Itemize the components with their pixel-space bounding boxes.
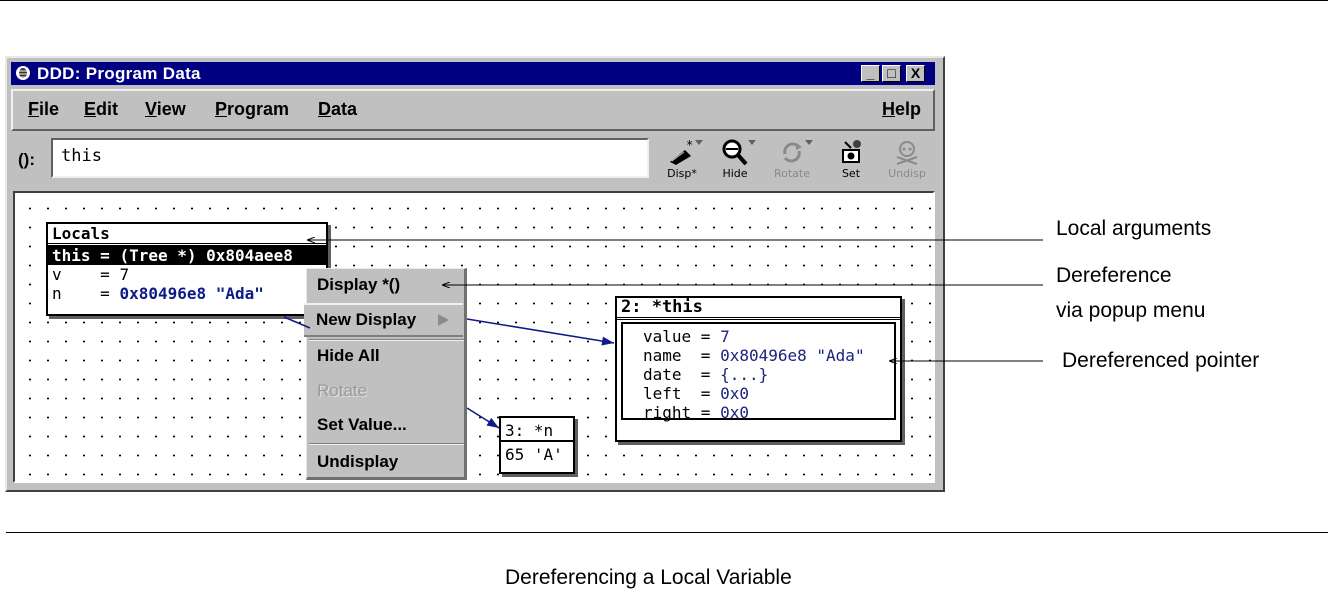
n-display-value: 65 'A' [505,445,563,464]
title-bar[interactable]: DDD: Program Data _ □ X [11,62,935,85]
display-icon: * [670,138,693,165]
menu-bar: File Edit View Program Data Help [11,89,935,131]
argument-label: (): [18,150,35,169]
menu-file[interactable]: File [28,99,59,120]
this-display-title: 2: *this [617,298,900,320]
magnifier-icon [722,139,748,166]
submenu-arrow-icon [438,314,449,326]
undisp-label: Undisp [888,167,926,180]
annotation-dereference: Dereference [1056,264,1172,287]
annotation-dereferenced-pointer: Dereferenced pointer [1062,349,1260,372]
popup-item-new-display-label: New Display [316,310,417,329]
struct-member-value[interactable]: value = 7 [643,327,894,346]
hide-label: Hide [722,167,748,180]
struct-member-right[interactable]: right = 0x0 [643,403,894,422]
rotate-icon [783,142,802,163]
hide-button[interactable]: Hide [710,138,760,184]
ddd-logo-icon [16,66,30,80]
struct-member-date[interactable]: date = {...} [643,365,894,384]
popup-item-new-display[interactable]: New Display [304,303,463,337]
struct-member-left[interactable]: left = 0x0 [643,384,894,403]
struct-member-name[interactable]: name = 0x80496e8 "Ada" [643,346,894,365]
svg-text:*: * [686,138,693,152]
set-label: Set [841,167,861,180]
this-display[interactable]: 2: *this value = 7 name = 0x80496e8 "Ada… [615,296,902,442]
popup-item-set-value[interactable]: Set Value... [317,415,407,435]
bottom-rule [6,532,1328,533]
popup-item-undisplay[interactable]: Undisplay [317,452,398,472]
locals-display[interactable]: Locals this = (Tree *) 0x804aee8 v = 7 n… [46,222,328,316]
this-struct-box: value = 7 name = 0x80496e8 "Ada" date = … [621,322,896,422]
annotation-local-arguments: Local arguments [1056,217,1212,240]
n-display[interactable]: 3: *n 65 'A' [499,416,575,474]
disp-label: Disp* [667,167,697,180]
locals-row-v[interactable]: v = 7 [48,265,326,284]
annotation-via-popup: via popup menu [1056,299,1206,322]
maximize-button[interactable]: □ [882,65,901,82]
locals-title: Locals [48,224,326,246]
rotate-label: Rotate [773,167,810,180]
menu-view[interactable]: View [145,99,186,120]
undisp-button[interactable]: Undisp [882,138,932,184]
popup-separator [309,443,464,445]
set-icon [842,140,861,163]
locals-row-this[interactable]: this = (Tree *) 0x804aee8 [48,246,326,265]
menu-program[interactable]: Program [215,99,289,120]
menu-help[interactable]: Help [882,99,921,120]
dropdown-arrow-icon [748,140,756,145]
dropdown-arrow-icon [805,140,813,145]
minimize-button[interactable]: _ [861,65,880,82]
rotate-button[interactable]: Rotate [767,138,817,184]
menu-edit[interactable]: Edit [84,99,118,120]
skull-icon [896,141,918,165]
set-button[interactable]: Set [826,138,876,184]
disp-button[interactable]: * Disp* [657,138,707,184]
menu-data[interactable]: Data [318,99,357,120]
top-rule [0,0,1328,1]
window-title: DDD: Program Data [37,64,201,83]
popup-item-display-deref[interactable]: Display *() [317,275,400,295]
locals-row-n[interactable]: n = 0x80496e8 "Ada" [48,284,326,303]
dropdown-arrow-icon [695,140,703,145]
n-display-title: 3: *n [501,418,573,442]
argument-input[interactable]: this [51,138,649,178]
popup-item-hide-all[interactable]: Hide All [317,346,380,366]
popup-menu: Display *() New Display Hide All Rotate … [304,268,467,480]
popup-item-rotate: Rotate [317,381,368,400]
figure-caption: Dereferencing a Local Variable [505,566,792,589]
popup-separator [309,339,464,341]
close-button[interactable]: X [906,65,925,82]
